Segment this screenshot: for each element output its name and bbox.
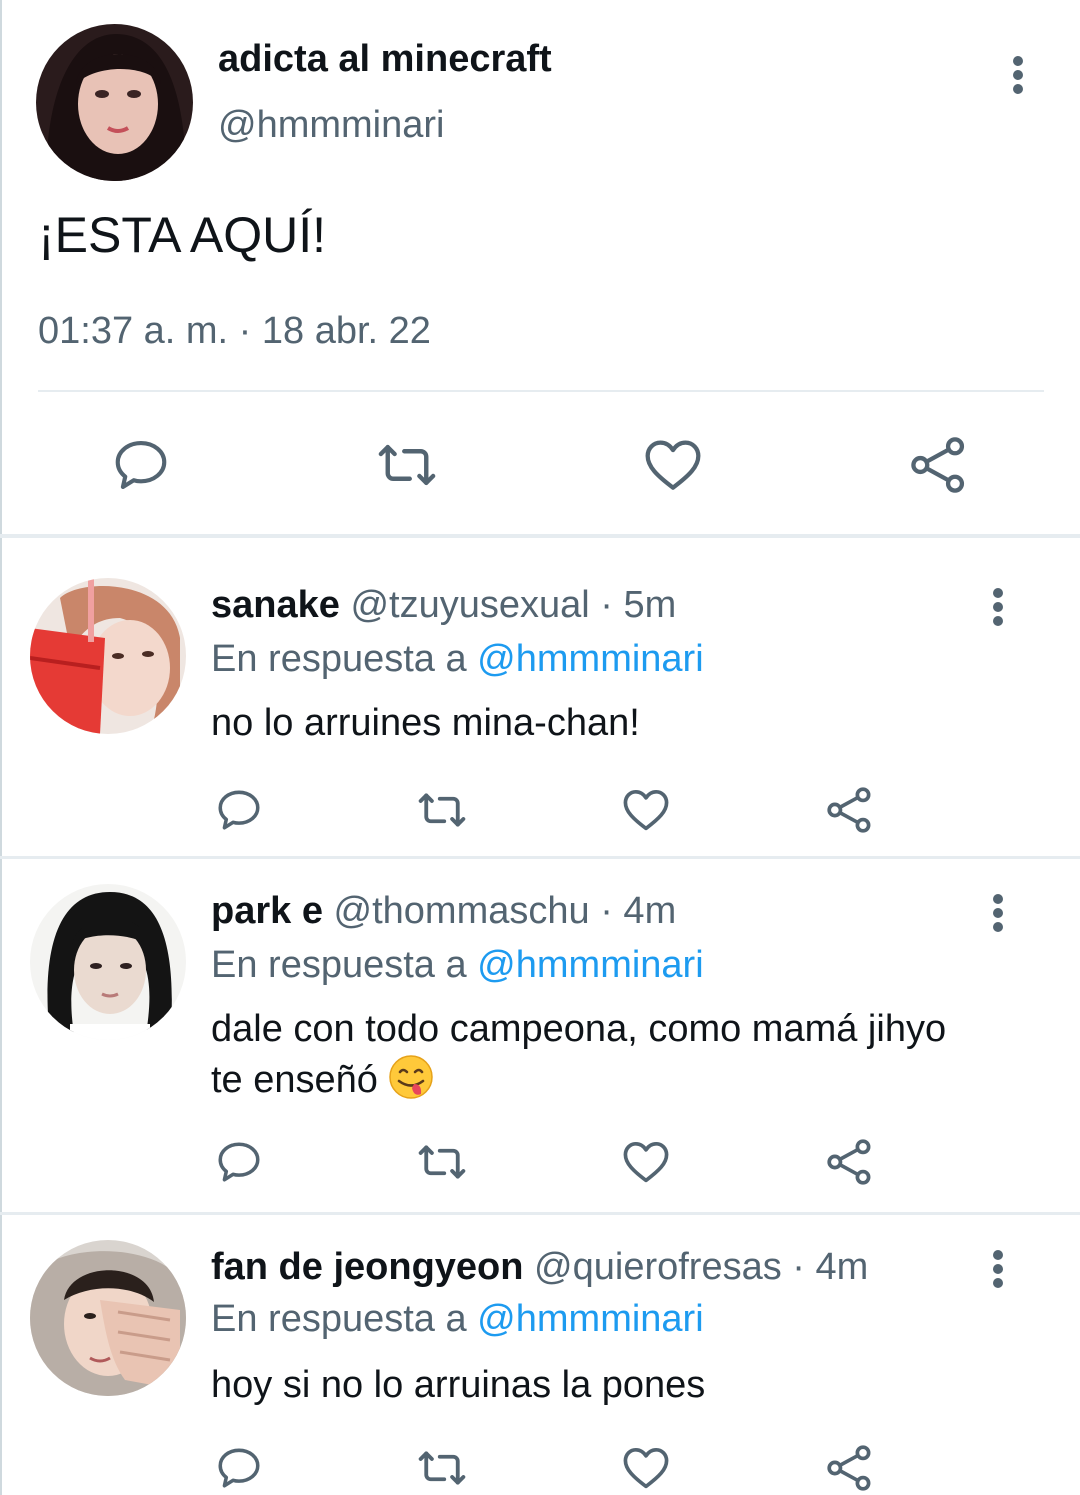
reply-button[interactable] bbox=[211, 782, 267, 838]
main-tweet: adicta al minecraft @hmmminari ¡ESTA AQU… bbox=[0, 0, 1080, 536]
reply-time: · 5m bbox=[600, 584, 677, 626]
handle[interactable]: @thommaschu bbox=[334, 890, 590, 932]
reply-header: sanake @tzuyusexual · 5m bbox=[211, 584, 676, 627]
reply-tweet[interactable]: sanake @tzuyusexual · 5m En respuesta a … bbox=[0, 540, 1080, 858]
more-vertical-icon[interactable] bbox=[1011, 56, 1025, 94]
avatar[interactable] bbox=[30, 884, 186, 1040]
section-separator bbox=[0, 1212, 1080, 1215]
reply-prefix: En respuesta a bbox=[211, 1298, 467, 1340]
reply-button[interactable] bbox=[211, 1440, 267, 1495]
share-button[interactable] bbox=[822, 782, 878, 838]
avatar[interactable] bbox=[30, 1240, 186, 1396]
mention-link[interactable]: @hmmminari bbox=[477, 944, 703, 986]
tweet-text: ¡ESTA AQUÍ! bbox=[38, 207, 327, 263]
like-button[interactable] bbox=[618, 782, 674, 838]
reply-text: hoy si no lo arruinas la pones bbox=[211, 1364, 706, 1406]
heart-icon bbox=[623, 1141, 669, 1183]
retweet-icon bbox=[418, 1145, 466, 1179]
section-separator bbox=[0, 856, 1080, 859]
reply-button[interactable] bbox=[108, 432, 174, 498]
heart-icon bbox=[645, 440, 701, 490]
like-button[interactable] bbox=[618, 1440, 674, 1495]
mention-link[interactable]: @hmmminari bbox=[477, 638, 703, 680]
share-icon bbox=[827, 1139, 871, 1185]
reply-text-block: dale con todo campeona, como mamá jihyo … bbox=[211, 1004, 951, 1113]
more-vertical-icon[interactable] bbox=[991, 894, 1005, 932]
handle[interactable]: @quierofresas bbox=[534, 1246, 782, 1288]
avatar[interactable] bbox=[30, 578, 186, 734]
share-button[interactable] bbox=[822, 1440, 878, 1495]
reply-context: En respuesta a @hmmminari bbox=[211, 638, 704, 681]
more-vertical-icon[interactable] bbox=[991, 1250, 1005, 1288]
retweet-icon bbox=[418, 1451, 466, 1485]
retweet-button[interactable] bbox=[414, 1440, 470, 1495]
handle[interactable]: @hmmminari bbox=[218, 104, 444, 147]
reply-prefix: En respuesta a bbox=[211, 638, 467, 680]
more-vertical-icon[interactable] bbox=[991, 588, 1005, 626]
share-icon bbox=[911, 437, 965, 493]
share-button[interactable] bbox=[822, 1134, 878, 1190]
reply-tweet[interactable]: fan de jeongyeon @quierofresas · 4m En r… bbox=[0, 1216, 1080, 1495]
mention-link[interactable]: @hmmminari bbox=[477, 1298, 703, 1340]
reply-text: no lo arruines mina-chan! bbox=[211, 702, 640, 744]
reply-header: park e @thommaschu · 4m bbox=[211, 890, 676, 933]
display-name[interactable]: sanake bbox=[211, 584, 340, 626]
share-button[interactable] bbox=[906, 432, 972, 498]
reply-text: dale con todo campeona, como mamá jihyo … bbox=[211, 1008, 947, 1101]
reply-time: · 4m bbox=[792, 1246, 869, 1288]
share-icon bbox=[827, 1445, 871, 1491]
reply-icon bbox=[218, 1448, 260, 1488]
reply-context: En respuesta a @hmmminari bbox=[211, 944, 704, 987]
share-icon bbox=[827, 787, 871, 833]
reply-context: En respuesta a @hmmminari bbox=[211, 1298, 704, 1341]
reply-tweet[interactable]: park e @thommaschu · 4m En respuesta a @… bbox=[0, 860, 1080, 1214]
reply-icon bbox=[218, 1142, 260, 1182]
retweet-button[interactable] bbox=[374, 432, 440, 498]
retweet-icon bbox=[418, 793, 466, 827]
reply-time: · 4m bbox=[600, 890, 677, 932]
display-name[interactable]: adicta al minecraft bbox=[218, 38, 552, 81]
retweet-icon bbox=[378, 444, 436, 486]
heart-icon bbox=[623, 1447, 669, 1489]
reply-icon bbox=[218, 790, 260, 830]
reply-prefix: En respuesta a bbox=[211, 944, 467, 986]
reply-icon bbox=[115, 440, 167, 490]
section-separator bbox=[0, 534, 1080, 538]
handle[interactable]: @tzuyusexual bbox=[350, 584, 589, 626]
like-button[interactable] bbox=[640, 432, 706, 498]
timestamp[interactable]: 01:37 a. m. · 18 abr. 22 bbox=[38, 310, 431, 353]
retweet-button[interactable] bbox=[414, 782, 470, 838]
retweet-button[interactable] bbox=[414, 1134, 470, 1190]
avatar[interactable] bbox=[36, 24, 193, 181]
reply-button[interactable] bbox=[211, 1134, 267, 1190]
display-name[interactable]: fan de jeongyeon bbox=[211, 1246, 523, 1288]
heart-icon bbox=[623, 789, 669, 831]
display-name[interactable]: park e bbox=[211, 890, 323, 932]
reply-header: fan de jeongyeon @quierofresas · 4m bbox=[211, 1246, 868, 1289]
face-savoring-food-emoji bbox=[388, 1054, 434, 1113]
divider bbox=[38, 390, 1044, 392]
like-button[interactable] bbox=[618, 1134, 674, 1190]
